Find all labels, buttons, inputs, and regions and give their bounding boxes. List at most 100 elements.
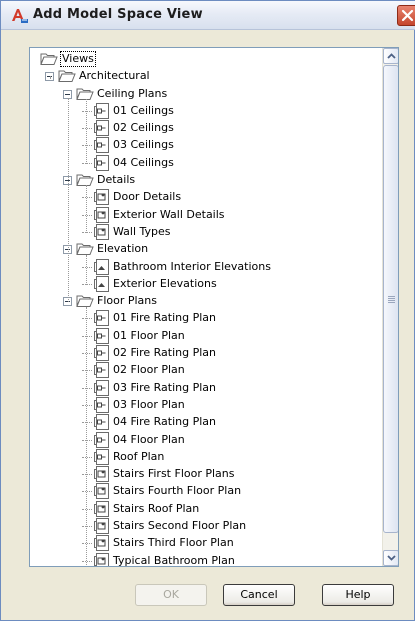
ok-button[interactable]: OK — [135, 584, 207, 606]
tree-connector — [82, 387, 92, 389]
detail-view-icon — [94, 518, 109, 535]
close-button[interactable] — [397, 5, 415, 26]
tree-view-item[interactable]: 01 Fire Rating Plan — [30, 310, 382, 327]
tree-folder-node[interactable]: Elevation — [30, 241, 382, 258]
tree-node-label: Wall Types — [113, 224, 171, 238]
tree-view-item[interactable]: 02 Fire Rating Plan — [30, 345, 382, 362]
tree-connector — [82, 145, 92, 147]
tree-view-item[interactable]: Stairs Third Floor Plan — [30, 535, 382, 552]
tree-connector — [82, 543, 92, 545]
tree-node-label: 02 Floor Plan — [113, 363, 185, 377]
tree-node-label: 02 Fire Rating Plan — [113, 346, 216, 360]
plan-view-icon — [94, 396, 109, 413]
tree-node-label: Stairs Fourth Floor Plan — [113, 484, 242, 498]
tree-connector — [82, 439, 92, 441]
tree-node-label: Door Details — [113, 190, 182, 204]
tree-view-item[interactable]: 04 Floor Plan — [30, 431, 382, 449]
tree-connector — [82, 214, 92, 216]
detail-view-icon — [94, 500, 109, 517]
tree-view-item[interactable]: 04 Fire Rating Plan — [30, 414, 382, 431]
scroll-thumb[interactable] — [383, 65, 398, 533]
tree-connector — [82, 508, 92, 510]
tree-node-label: 03 Floor Plan — [113, 397, 185, 411]
cancel-button[interactable]: Cancel — [223, 584, 295, 606]
detail-view-icon — [94, 483, 109, 500]
tree-view-item[interactable]: Stairs First Floor Plans — [30, 466, 382, 483]
tree-connector — [82, 422, 92, 424]
tree-view-item[interactable]: Exterior Wall Details — [30, 206, 382, 224]
dialog-title: Add Model Space View — [33, 7, 203, 22]
tree-node-label: Stairs Roof Plan — [113, 501, 200, 515]
tree-connector — [82, 560, 92, 562]
tree-view-item[interactable]: Typical Bathroom Plan — [30, 552, 382, 567]
tree-node-label: 01 Fire Rating Plan — [113, 311, 216, 325]
plan-view-icon — [94, 362, 109, 379]
tree-connector — [86, 185, 87, 233]
title-bar[interactable]: Add Model Space View — [1, 1, 415, 30]
folder-open-icon — [76, 87, 94, 101]
tree-connector — [82, 110, 92, 112]
tree-folder-node[interactable]: Views — [30, 51, 382, 68]
tree-connector — [82, 318, 92, 320]
tree-view-item[interactable]: 02 Floor Plan — [30, 362, 382, 379]
tree-view-item[interactable]: 02 Ceilings — [30, 120, 382, 137]
plan-view-icon — [94, 414, 109, 431]
plan-view-icon — [94, 120, 109, 137]
tree-view-item[interactable]: 03 Floor Plan — [30, 396, 382, 414]
scroll-down-button[interactable] — [383, 550, 398, 566]
tree-connector — [82, 474, 92, 476]
plan-view-icon — [94, 137, 109, 154]
detail-view-icon — [94, 466, 109, 483]
tree-list: Views Architectural Ceiling Plans 01 Ceilin… — [30, 51, 382, 567]
grip-line — [388, 296, 395, 297]
tree-connector — [86, 306, 87, 566]
help-button[interactable]: Help — [322, 584, 394, 606]
tree-connector — [82, 197, 92, 199]
tree-view-item[interactable]: 03 Fire Rating Plan — [30, 379, 382, 397]
tree-view-item[interactable]: Stairs Fourth Floor Plan — [30, 483, 382, 500]
tree-connector — [82, 456, 92, 458]
tree-node-label: Typical Bathroom Plan — [113, 553, 235, 567]
detail-view-icon — [94, 223, 109, 240]
views-tree[interactable]: Views Architectural Ceiling Plans 01 Ceilin… — [29, 47, 399, 567]
grip-line — [388, 298, 395, 299]
chevron-down-icon — [387, 555, 396, 561]
tree-folder-node[interactable]: Ceiling Plans — [30, 86, 382, 103]
tree-view-item[interactable]: Roof Plan — [30, 448, 382, 466]
tree-folder-node[interactable]: Floor Plans — [30, 293, 382, 310]
tree-node-label: Architectural — [79, 69, 150, 83]
vertical-scrollbar[interactable] — [382, 48, 398, 566]
tree-connector — [86, 254, 87, 285]
tree-view-item[interactable]: 03 Ceilings — [30, 137, 382, 154]
chevron-up-icon — [387, 53, 396, 59]
folder-open-icon — [76, 173, 94, 187]
tree-node-label: Exterior Elevations — [113, 276, 217, 290]
plan-view-icon — [94, 379, 109, 396]
folder-open-icon — [76, 294, 94, 308]
tree-view-item[interactable]: Stairs Roof Plan — [30, 500, 382, 518]
folder-open-icon — [76, 242, 94, 256]
folder-open-icon — [58, 69, 76, 83]
tree-connector — [82, 266, 92, 268]
tree-folder-node[interactable]: Details — [30, 172, 382, 189]
folder-open-icon — [40, 52, 58, 66]
tree-view-item[interactable]: 04 Ceilings — [30, 154, 382, 172]
tree-connector — [86, 98, 87, 164]
tree-view-item[interactable]: Exterior Elevations — [30, 275, 382, 293]
scroll-up-button[interactable] — [383, 48, 398, 64]
tree-view-item[interactable]: 01 Floor Plan — [30, 327, 382, 345]
tree-node-label: 04 Floor Plan — [113, 432, 185, 446]
tree-node-label: Floor Plans — [97, 294, 157, 308]
tree-view-item[interactable]: Door Details — [30, 189, 382, 206]
tree-node-label: 01 Floor Plan — [113, 328, 185, 342]
tree-folder-node[interactable]: Architectural — [30, 68, 382, 85]
tree-node-label: 03 Fire Rating Plan — [113, 380, 216, 394]
tree-node-label: Stairs Second Floor Plan — [113, 519, 247, 533]
tree-view-item[interactable]: Wall Types — [30, 223, 382, 241]
tree-view-item[interactable]: Stairs Second Floor Plan — [30, 518, 382, 535]
detail-view-icon — [94, 552, 109, 566]
tree-view-item[interactable]: 01 Ceilings — [30, 102, 382, 120]
tree-connector — [82, 353, 92, 355]
tree-connector — [82, 162, 92, 164]
tree-view-item[interactable]: Bathroom Interior Elevations — [30, 258, 382, 276]
